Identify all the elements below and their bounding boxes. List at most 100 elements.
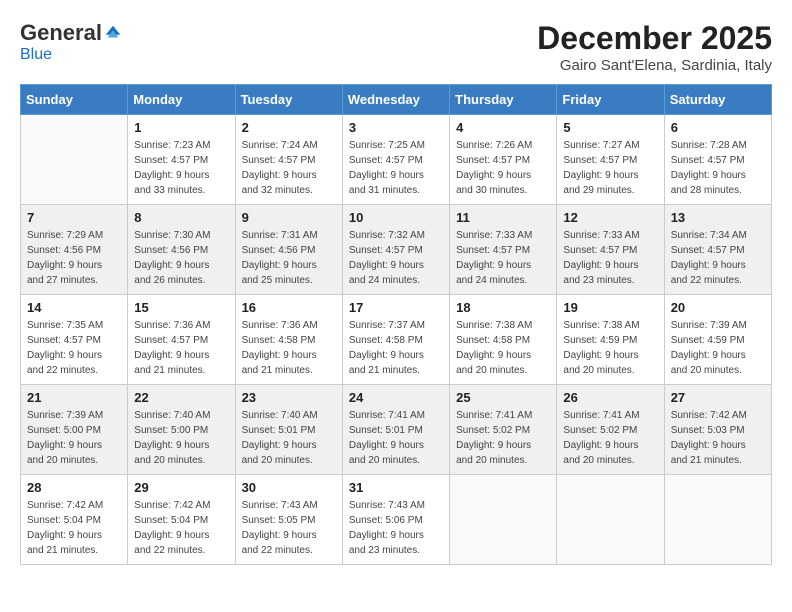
day-info: Sunrise: 7:23 AM Sunset: 4:57 PM Dayligh… xyxy=(134,138,228,198)
calendar-cell: 29 Sunrise: 7:42 AM Sunset: 5:04 PM Dayli… xyxy=(128,475,235,565)
day-number: 6 xyxy=(671,120,765,135)
day-number: 21 xyxy=(27,390,121,405)
calendar-cell xyxy=(450,475,557,565)
calendar-cell: 30 Sunrise: 7:43 AM Sunset: 5:05 PM Dayli… xyxy=(235,475,342,565)
calendar-cell: 9 Sunrise: 7:31 AM Sunset: 4:56 PM Daylig… xyxy=(235,205,342,295)
weekday-header: Tuesday xyxy=(235,85,342,115)
calendar-cell: 13Sunrise: 7:34 AM Sunset: 4:57 PM Dayli… xyxy=(664,205,771,295)
day-info: Sunrise: 7:40 AM Sunset: 5:01 PM Dayligh… xyxy=(242,408,336,468)
day-number: 10 xyxy=(349,210,443,225)
day-number: 24 xyxy=(349,390,443,405)
calendar-cell: 1 Sunrise: 7:23 AM Sunset: 4:57 PM Daylig… xyxy=(128,115,235,205)
day-number: 26 xyxy=(563,390,657,405)
calendar-cell: 16Sunrise: 7:36 AM Sunset: 4:58 PM Dayli… xyxy=(235,295,342,385)
calendar-week-row: 7Sunrise: 7:29 AM Sunset: 4:56 PM Daylig… xyxy=(21,205,772,295)
calendar-cell: 22 Sunrise: 7:40 AM Sunset: 5:00 PM Dayli… xyxy=(128,385,235,475)
calendar-table: SundayMondayTuesdayWednesdayThursdayFrid… xyxy=(20,84,772,565)
day-info: Sunrise: 7:43 AM Sunset: 5:05 PM Dayligh… xyxy=(242,498,336,558)
month-title: December 2025 xyxy=(537,20,772,57)
day-number: 11 xyxy=(456,210,550,225)
day-number: 25 xyxy=(456,390,550,405)
calendar-cell: 12Sunrise: 7:33 AM Sunset: 4:57 PM Dayli… xyxy=(557,205,664,295)
day-info: Sunrise: 7:28 AM Sunset: 4:57 PM Dayligh… xyxy=(671,138,765,198)
weekday-header: Friday xyxy=(557,85,664,115)
day-info: Sunrise: 7:39 AM Sunset: 4:59 PM Dayligh… xyxy=(671,318,765,378)
calendar-week-row: 28 Sunrise: 7:42 AM Sunset: 5:04 PM Dayli… xyxy=(21,475,772,565)
calendar-cell: 5Sunrise: 7:27 AM Sunset: 4:57 PM Daylig… xyxy=(557,115,664,205)
calendar-cell: 24 Sunrise: 7:41 AM Sunset: 5:01 PM Dayli… xyxy=(342,385,449,475)
calendar-cell: 31 Sunrise: 7:43 AM Sunset: 5:06 PM Dayli… xyxy=(342,475,449,565)
calendar-cell xyxy=(664,475,771,565)
day-number: 12 xyxy=(563,210,657,225)
weekday-header: Thursday xyxy=(450,85,557,115)
day-info: Sunrise: 7:35 AM Sunset: 4:57 PM Dayligh… xyxy=(27,318,121,378)
weekday-header: Saturday xyxy=(664,85,771,115)
day-number: 28 xyxy=(27,480,121,495)
day-number: 13 xyxy=(671,210,765,225)
calendar-week-row: 1 Sunrise: 7:23 AM Sunset: 4:57 PM Daylig… xyxy=(21,115,772,205)
day-info: Sunrise: 7:41 AM Sunset: 5:01 PM Dayligh… xyxy=(349,408,443,468)
day-info: Sunrise: 7:31 AM Sunset: 4:56 PM Dayligh… xyxy=(242,228,336,288)
page-header: General Blue December 2025 Gairo Sant'El… xyxy=(20,20,772,74)
calendar-cell: 14 Sunrise: 7:35 AM Sunset: 4:57 PM Dayli… xyxy=(21,295,128,385)
calendar-cell: 23 Sunrise: 7:40 AM Sunset: 5:01 PM Dayli… xyxy=(235,385,342,475)
calendar-cell: 3 Sunrise: 7:25 AM Sunset: 4:57 PM Daylig… xyxy=(342,115,449,205)
day-number: 23 xyxy=(242,390,336,405)
calendar-cell: 21Sunrise: 7:39 AM Sunset: 5:00 PM Dayli… xyxy=(21,385,128,475)
calendar-cell: 19 Sunrise: 7:38 AM Sunset: 4:59 PM Dayli… xyxy=(557,295,664,385)
logo-general: General xyxy=(20,20,102,46)
day-info: Sunrise: 7:42 AM Sunset: 5:04 PM Dayligh… xyxy=(134,498,228,558)
calendar-cell: 11 Sunrise: 7:33 AM Sunset: 4:57 PM Dayli… xyxy=(450,205,557,295)
day-info: Sunrise: 7:41 AM Sunset: 5:02 PM Dayligh… xyxy=(563,408,657,468)
day-number: 9 xyxy=(242,210,336,225)
calendar-cell: 7Sunrise: 7:29 AM Sunset: 4:56 PM Daylig… xyxy=(21,205,128,295)
day-info: Sunrise: 7:36 AM Sunset: 4:57 PM Dayligh… xyxy=(134,318,228,378)
day-info: Sunrise: 7:42 AM Sunset: 5:04 PM Dayligh… xyxy=(27,498,121,558)
day-number: 20 xyxy=(671,300,765,315)
calendar-cell: 8 Sunrise: 7:30 AM Sunset: 4:56 PM Daylig… xyxy=(128,205,235,295)
day-info: Sunrise: 7:24 AM Sunset: 4:57 PM Dayligh… xyxy=(242,138,336,198)
day-info: Sunrise: 7:25 AM Sunset: 4:57 PM Dayligh… xyxy=(349,138,443,198)
day-info: Sunrise: 7:38 AM Sunset: 4:59 PM Dayligh… xyxy=(563,318,657,378)
day-number: 4 xyxy=(456,120,550,135)
calendar-cell: 15Sunrise: 7:36 AM Sunset: 4:57 PM Dayli… xyxy=(128,295,235,385)
calendar-cell: 27Sunrise: 7:42 AM Sunset: 5:03 PM Dayli… xyxy=(664,385,771,475)
day-number: 1 xyxy=(134,120,228,135)
logo-blue: Blue xyxy=(20,46,52,64)
calendar-cell: 18 Sunrise: 7:38 AM Sunset: 4:58 PM Dayli… xyxy=(450,295,557,385)
day-number: 19 xyxy=(563,300,657,315)
day-number: 18 xyxy=(456,300,550,315)
calendar-cell: 2 Sunrise: 7:24 AM Sunset: 4:57 PM Daylig… xyxy=(235,115,342,205)
calendar-cell xyxy=(557,475,664,565)
day-info: Sunrise: 7:38 AM Sunset: 4:58 PM Dayligh… xyxy=(456,318,550,378)
day-info: Sunrise: 7:40 AM Sunset: 5:00 PM Dayligh… xyxy=(134,408,228,468)
weekday-header-row: SundayMondayTuesdayWednesdayThursdayFrid… xyxy=(21,85,772,115)
logo-icon xyxy=(104,24,122,42)
day-number: 3 xyxy=(349,120,443,135)
day-number: 14 xyxy=(27,300,121,315)
calendar-cell xyxy=(21,115,128,205)
day-number: 22 xyxy=(134,390,228,405)
calendar-cell: 20 Sunrise: 7:39 AM Sunset: 4:59 PM Dayli… xyxy=(664,295,771,385)
calendar-week-row: 21Sunrise: 7:39 AM Sunset: 5:00 PM Dayli… xyxy=(21,385,772,475)
calendar-cell: 4 Sunrise: 7:26 AM Sunset: 4:57 PM Daylig… xyxy=(450,115,557,205)
day-info: Sunrise: 7:26 AM Sunset: 4:57 PM Dayligh… xyxy=(456,138,550,198)
day-number: 31 xyxy=(349,480,443,495)
day-info: Sunrise: 7:33 AM Sunset: 4:57 PM Dayligh… xyxy=(456,228,550,288)
day-number: 30 xyxy=(242,480,336,495)
day-number: 29 xyxy=(134,480,228,495)
day-number: 8 xyxy=(134,210,228,225)
day-info: Sunrise: 7:42 AM Sunset: 5:03 PM Dayligh… xyxy=(671,408,765,468)
day-number: 2 xyxy=(242,120,336,135)
day-info: Sunrise: 7:37 AM Sunset: 4:58 PM Dayligh… xyxy=(349,318,443,378)
day-info: Sunrise: 7:43 AM Sunset: 5:06 PM Dayligh… xyxy=(349,498,443,558)
calendar-cell: 6 Sunrise: 7:28 AM Sunset: 4:57 PM Daylig… xyxy=(664,115,771,205)
location-subtitle: Gairo Sant'Elena, Sardinia, Italy xyxy=(537,57,772,74)
day-info: Sunrise: 7:41 AM Sunset: 5:02 PM Dayligh… xyxy=(456,408,550,468)
day-number: 16 xyxy=(242,300,336,315)
day-number: 17 xyxy=(349,300,443,315)
day-number: 7 xyxy=(27,210,121,225)
weekday-header: Sunday xyxy=(21,85,128,115)
day-info: Sunrise: 7:30 AM Sunset: 4:56 PM Dayligh… xyxy=(134,228,228,288)
calendar-cell: 28 Sunrise: 7:42 AM Sunset: 5:04 PM Dayli… xyxy=(21,475,128,565)
